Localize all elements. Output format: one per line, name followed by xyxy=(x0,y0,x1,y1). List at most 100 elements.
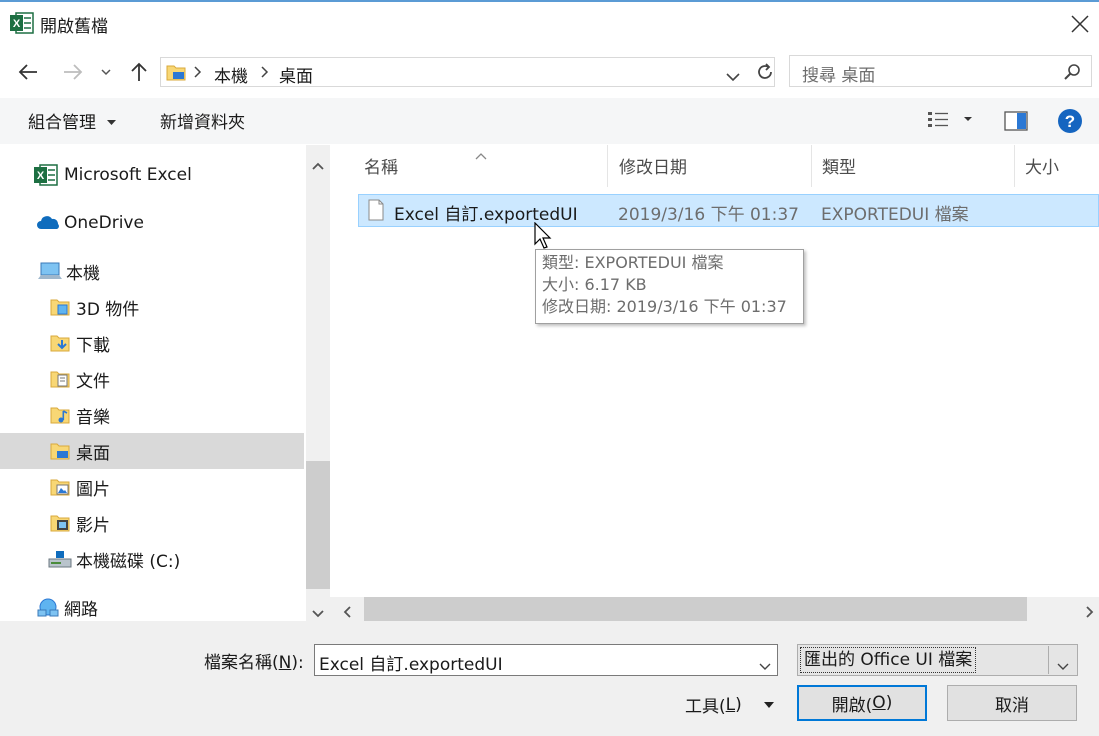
file-list-scroll-thumb[interactable] xyxy=(364,597,1027,621)
tooltip-modified: 修改日期: 2019/3/16 下午 01:37 xyxy=(542,297,787,316)
breadcrumb-chevron-icon xyxy=(261,64,269,84)
new-folder-button[interactable]: 新增資料夾 xyxy=(160,108,245,133)
column-divider[interactable] xyxy=(607,145,608,187)
sidebar-item-onedrive[interactable]: OneDrive xyxy=(0,205,304,241)
back-button[interactable] xyxy=(13,57,43,87)
refresh-button[interactable] xyxy=(752,59,778,85)
3d-objects-folder-icon xyxy=(50,297,76,317)
sidebar-item-label: 下載 xyxy=(76,335,110,356)
svg-text:?: ? xyxy=(1065,112,1075,131)
forward-button[interactable] xyxy=(58,57,88,87)
sidebar-item-music[interactable]: 音樂 xyxy=(0,397,304,433)
scroll-up-icon[interactable] xyxy=(312,155,324,175)
scroll-down-icon[interactable] xyxy=(312,603,324,623)
file-type-value: 匯出的 Office UI 檔案 xyxy=(800,647,977,673)
file-list: 名稱 修改日期 類型 大小 Excel 自訂.exportedUI 2019/3… xyxy=(330,145,1099,621)
sidebar-item-downloads[interactable]: 下載 xyxy=(0,325,304,361)
filename-value[interactable]: Excel 自訂.exportedUI xyxy=(319,650,503,675)
view-list-icon xyxy=(928,112,972,127)
downloads-folder-icon xyxy=(50,333,76,353)
file-modified: 2019/3/16 下午 01:37 xyxy=(618,205,799,225)
excel-icon: X xyxy=(10,11,34,40)
chevron-down-icon[interactable] xyxy=(759,656,771,676)
navigation-pane: X Microsoft Excel OneDrive 本機 3D 物件 下載 文… xyxy=(0,145,306,621)
breadcrumb-desktop[interactable]: 桌面 xyxy=(279,62,313,87)
excel-icon: X xyxy=(34,163,60,187)
scroll-right-icon[interactable] xyxy=(1086,603,1094,623)
column-divider[interactable] xyxy=(811,145,812,187)
sidebar-scrollbar[interactable] xyxy=(306,145,330,621)
organize-label: 組合管理 xyxy=(28,113,96,133)
select-divider xyxy=(1048,646,1049,674)
sidebar-item-3d-objects[interactable]: 3D 物件 xyxy=(0,289,304,325)
svg-text:X: X xyxy=(37,170,45,182)
window-title: 開啟舊檔 xyxy=(40,17,108,37)
videos-folder-icon xyxy=(50,513,76,533)
preview-pane-button[interactable] xyxy=(1004,111,1028,136)
sidebar-scroll-thumb[interactable] xyxy=(306,461,330,589)
drive-icon xyxy=(48,549,76,569)
close-button[interactable] xyxy=(1064,8,1096,40)
svg-text:X: X xyxy=(13,18,21,30)
sidebar-item-label: 音樂 xyxy=(76,407,110,428)
computer-icon xyxy=(38,261,64,281)
chevron-down-icon xyxy=(1057,656,1069,676)
sidebar-item-network[interactable]: 網路 xyxy=(0,589,304,621)
tools-button[interactable]: 工具(L) xyxy=(685,692,774,717)
sidebar-item-desktop[interactable]: 桌面 xyxy=(0,433,304,469)
search-box[interactable]: 搜尋 桌面 xyxy=(789,55,1092,87)
open-button[interactable]: 開啟(O) xyxy=(797,685,927,721)
sidebar-item-pictures[interactable]: 圖片 xyxy=(0,469,304,505)
sidebar-item-label: Microsoft Excel xyxy=(64,165,192,185)
column-header-name[interactable]: 名稱 xyxy=(364,153,398,178)
breadcrumb-chevron-icon xyxy=(194,64,202,84)
help-icon: ? xyxy=(1058,109,1082,133)
sidebar-item-microsoft-excel[interactable]: X Microsoft Excel xyxy=(0,157,304,193)
sidebar-item-local-disk[interactable]: 本機磁碟 (C:) xyxy=(0,541,304,577)
sidebar-item-label: 3D 物件 xyxy=(76,299,140,320)
filename-field[interactable]: Excel 自訂.exportedUI xyxy=(314,644,778,676)
cancel-button[interactable]: 取消 xyxy=(947,685,1077,721)
recent-locations-button[interactable] xyxy=(94,57,118,87)
sidebar-item-documents[interactable]: 文件 xyxy=(0,361,304,397)
breadcrumb-this-pc[interactable]: 本機 xyxy=(214,62,248,87)
preview-pane-icon xyxy=(1004,111,1028,131)
sidebar-item-label: 圖片 xyxy=(76,479,110,500)
sidebar-item-label: 桌面 xyxy=(76,443,110,464)
address-bar[interactable]: 本機 桌面 xyxy=(160,57,775,87)
dialog-footer xyxy=(0,621,1099,736)
sidebar-item-this-pc[interactable]: 本機 xyxy=(0,253,304,289)
caret-down-icon xyxy=(763,701,774,708)
file-tooltip: 類型: EXPORTEDUI 檔案 大小: 6.17 KB 修改日期: 2019… xyxy=(535,249,804,324)
pictures-folder-icon xyxy=(50,477,76,497)
arrow-up-icon xyxy=(131,62,147,81)
sidebar-item-label: 影片 xyxy=(76,515,110,536)
file-icon xyxy=(368,199,384,226)
column-header-modified[interactable]: 修改日期 xyxy=(619,153,687,178)
file-list-scrollbar[interactable] xyxy=(330,597,1099,621)
arrow-right-icon xyxy=(64,64,83,80)
column-header-size[interactable]: 大小 xyxy=(1025,153,1059,178)
sidebar-item-videos[interactable]: 影片 xyxy=(0,505,304,541)
address-dropdown-icon[interactable] xyxy=(726,67,740,87)
tooltip-type: 類型: EXPORTEDUI 檔案 xyxy=(542,253,724,272)
column-divider[interactable] xyxy=(1014,145,1015,187)
column-header-type[interactable]: 類型 xyxy=(822,153,856,178)
caret-down-icon xyxy=(107,120,117,125)
help-button[interactable]: ? xyxy=(1057,108,1083,139)
close-icon xyxy=(1071,15,1089,33)
sidebar-item-label: OneDrive xyxy=(64,213,144,233)
scroll-left-icon[interactable] xyxy=(343,603,351,623)
search-icon xyxy=(1063,63,1081,86)
sidebar-item-label: 本機 xyxy=(66,263,100,284)
desktop-folder-icon xyxy=(50,441,76,461)
organize-button[interactable]: 組合管理 xyxy=(28,108,117,133)
file-type-select[interactable]: 匯出的 Office UI 檔案 xyxy=(797,644,1078,676)
command-bar: 組合管理 新增資料夾 ? xyxy=(0,98,1099,144)
view-options-button[interactable] xyxy=(926,110,976,135)
up-button[interactable] xyxy=(124,57,154,87)
documents-folder-icon xyxy=(50,369,76,389)
sidebar-item-label: 網路 xyxy=(64,599,98,620)
search-input[interactable]: 搜尋 桌面 xyxy=(802,61,875,86)
sort-ascending-icon xyxy=(474,145,488,165)
